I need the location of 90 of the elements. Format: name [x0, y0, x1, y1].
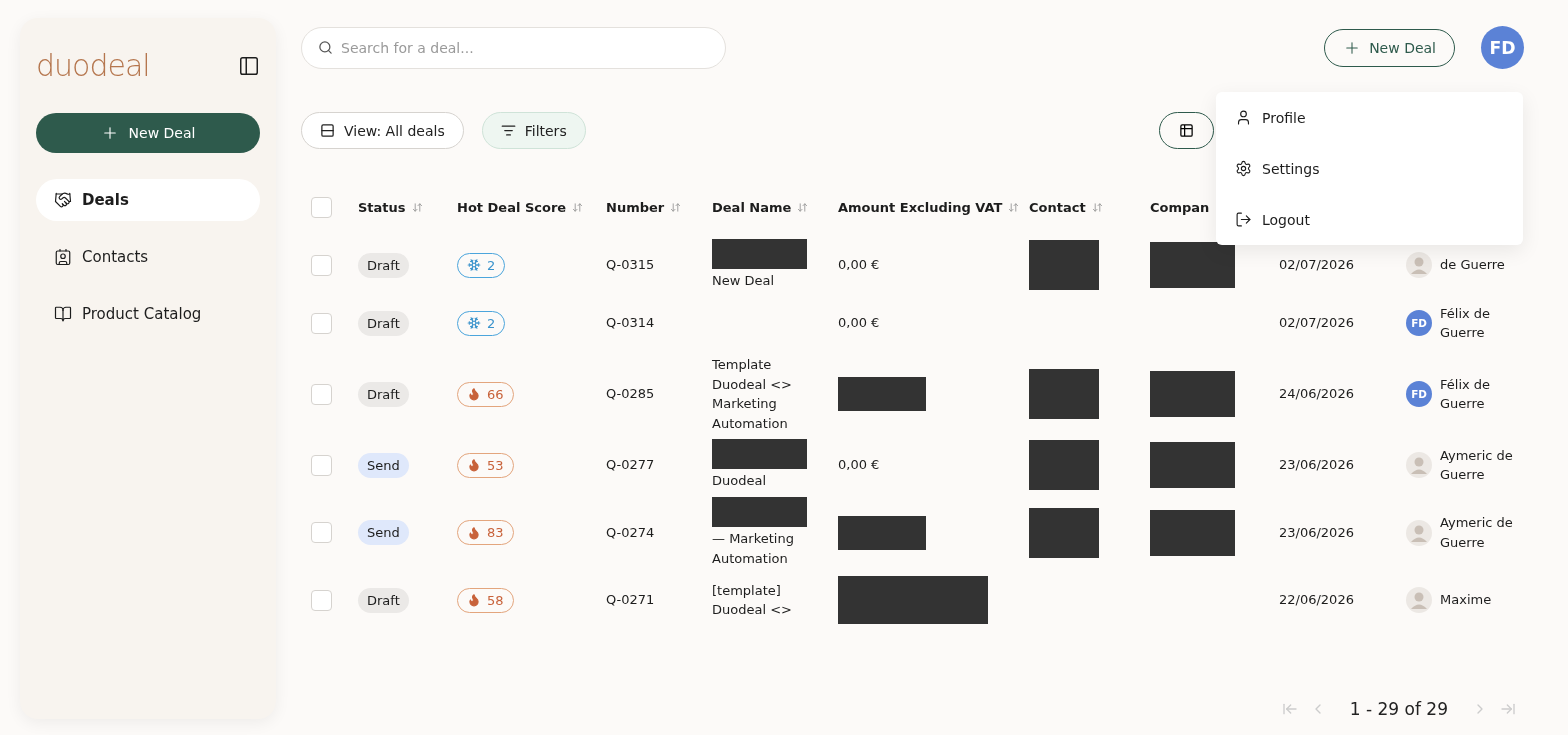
- sort-icon: [1091, 201, 1103, 213]
- owner-name: Félix de Guerre: [1440, 304, 1492, 342]
- table-cell-text: Q-0274: [606, 523, 655, 542]
- filters-button[interactable]: Filters: [481, 112, 586, 149]
- last-page-icon[interactable]: [1500, 701, 1516, 717]
- table-cell-text: 0,00 €: [838, 314, 880, 333]
- user-avatar[interactable]: FD: [1481, 26, 1524, 69]
- snowflake-icon: [467, 258, 481, 272]
- sort-icon: [797, 201, 809, 213]
- snowflake-icon: [467, 316, 481, 330]
- table-cell-text: New Deal: [712, 272, 776, 291]
- checkbox[interactable]: [311, 312, 332, 334]
- table-icon: [1179, 123, 1194, 138]
- status-tag: Draft: [358, 252, 409, 278]
- flame-icon: [467, 593, 481, 607]
- user-avatar: FD: [1406, 310, 1432, 336]
- table-cell-text: 23/06/2026: [1279, 523, 1354, 542]
- menu-item[interactable]: Settings: [1216, 143, 1523, 194]
- sort-icon: [670, 201, 682, 213]
- search-icon: [318, 39, 333, 55]
- user-avatar: FD: [1406, 381, 1432, 407]
- checkbox[interactable]: [311, 454, 332, 476]
- column-header[interactable]: Hot Deal Score: [457, 199, 584, 215]
- checkbox[interactable]: [311, 589, 332, 611]
- first-page-icon[interactable]: [1281, 701, 1298, 717]
- settings-icon: [1235, 160, 1252, 177]
- user-avatar: [1406, 252, 1432, 278]
- filter-icon: [500, 123, 516, 138]
- flame-icon: [467, 458, 481, 472]
- column-header[interactable]: Compan: [1150, 199, 1210, 215]
- table-cell-text: 02/07/2026: [1279, 256, 1354, 275]
- search-field[interactable]: Search for a deal...: [301, 26, 726, 69]
- handshake-icon: [54, 191, 72, 209]
- nav-item[interactable]: Deals: [36, 179, 260, 221]
- table-cell-text: Q-0314: [606, 314, 655, 333]
- table-cell-text: [template] Duodeal <>: [712, 581, 793, 619]
- owner-name: Maxime: [1440, 591, 1493, 610]
- checkbox[interactable]: [311, 383, 332, 405]
- table-cell-text: Q-0285: [606, 385, 655, 404]
- contact-book-icon: [54, 248, 72, 266]
- table-cell-text: 02/07/2026: [1279, 314, 1354, 333]
- checkbox[interactable]: [311, 254, 332, 276]
- book-icon: [54, 305, 72, 323]
- table-cell-text: Template Duodeal <> Marketing Automation: [712, 356, 793, 433]
- flame-icon: [467, 525, 481, 540]
- page-range: 1 - 29 of 29: [1349, 699, 1448, 719]
- table-cell-text: Duodeal: [712, 472, 768, 491]
- user-avatar: [1406, 519, 1432, 546]
- sort-icon: [411, 201, 423, 213]
- table-cell-text: 22/06/2026: [1279, 591, 1354, 610]
- user-avatar: [1406, 452, 1432, 478]
- user-icon: [1235, 109, 1252, 126]
- table-cell-text: 24/06/2026: [1279, 385, 1354, 404]
- status-tag: Draft: [358, 381, 409, 407]
- status-tag: Draft: [358, 587, 409, 613]
- table-cell-text: 0,00 €: [838, 456, 880, 475]
- sort-icon: [1008, 201, 1020, 213]
- column-header[interactable]: Amount Excluding VAT: [838, 199, 1020, 215]
- sort-icon: [572, 201, 584, 213]
- nav-item[interactable]: Contacts: [36, 236, 260, 278]
- user-avatar: [1406, 587, 1432, 613]
- logo: duodeal: [36, 48, 150, 83]
- owner-name: Aymeric de Guerre: [1440, 514, 1514, 552]
- rows-icon: [320, 123, 335, 138]
- sidebar-toggle-icon[interactable]: [238, 54, 260, 77]
- checkbox[interactable]: [311, 196, 332, 218]
- owner-name: Aymeric de Guerre: [1440, 446, 1514, 484]
- nav-item[interactable]: Product Catalog: [36, 293, 260, 335]
- new-deal-button[interactable]: New Deal: [36, 113, 260, 153]
- menu-item[interactable]: Profile: [1216, 92, 1523, 143]
- status-tag: Draft: [358, 310, 409, 336]
- flame-icon: [467, 387, 481, 401]
- table-cell-text: 23/06/2026: [1279, 456, 1354, 475]
- owner-name: Félix de Guerre: [1440, 375, 1492, 413]
- owner-name: de Guerre: [1440, 256, 1506, 275]
- column-header[interactable]: Status: [358, 199, 423, 215]
- view-button[interactable]: View: All deals: [301, 112, 464, 149]
- table-cell-text: Q-0315: [606, 256, 655, 275]
- column-header[interactable]: Deal Name: [712, 199, 809, 215]
- menu-item[interactable]: Logout: [1216, 194, 1523, 245]
- table-cell-text: Q-0277: [606, 456, 655, 475]
- checkbox[interactable]: [311, 522, 332, 543]
- table-cell-text: 0,00 €: [838, 256, 880, 275]
- table-cell-text: Q-0271: [606, 591, 655, 610]
- status-tag: Send: [358, 452, 409, 478]
- column-header[interactable]: Number: [606, 199, 682, 215]
- logout-icon: [1235, 211, 1252, 228]
- status-tag: Send: [358, 520, 409, 545]
- column-header[interactable]: Contact: [1029, 199, 1103, 215]
- table-cell-text: — Marketing Automation: [712, 530, 795, 568]
